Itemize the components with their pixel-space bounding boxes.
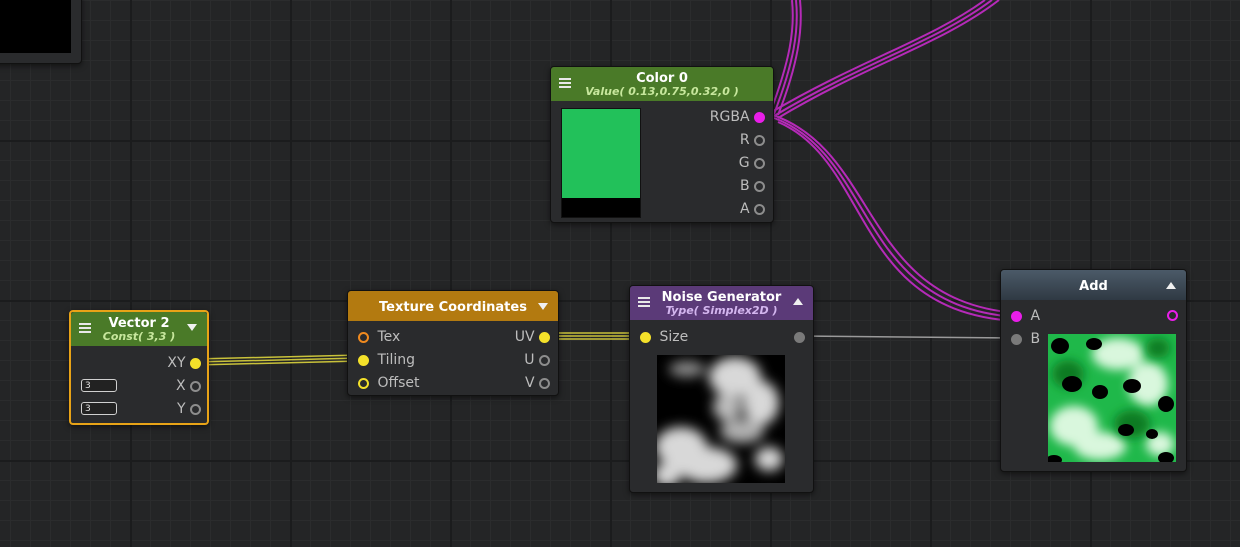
color0-output-a: A	[740, 199, 765, 219]
vector2-output-y: Y	[177, 399, 201, 419]
collapse-arrow-icon[interactable]	[187, 324, 197, 331]
color0-output-b: B	[740, 176, 765, 196]
noise-header[interactable]: Noise Generator Type( Simplex2D )	[630, 286, 813, 320]
port-b[interactable]	[754, 180, 765, 192]
port-uv[interactable]	[539, 331, 550, 343]
port-add-output[interactable]	[1167, 310, 1178, 321]
texcoord-title: Texture Coordinates	[379, 300, 527, 315]
menu-icon[interactable]	[79, 323, 91, 333]
color-swatch[interactable]	[561, 108, 641, 218]
port-b-input[interactable]	[1011, 333, 1022, 345]
color0-output-r: R	[740, 130, 765, 150]
color0-title: Color 0	[636, 71, 688, 86]
wire-uv-to-size	[546, 332, 642, 340]
port-size[interactable]	[640, 331, 651, 343]
port-a[interactable]	[754, 203, 765, 215]
texture-coordinates-node[interactable]: Texture Coordinates Tex Tiling Offset UV…	[347, 290, 559, 396]
preview-sphere	[0, 0, 71, 53]
texcoord-header[interactable]: Texture Coordinates	[348, 291, 558, 321]
noise-preview	[657, 355, 785, 483]
port-tiling[interactable]	[358, 354, 369, 366]
vector2-subtitle: Const( 3,3 )	[102, 330, 176, 343]
texcoord-output-u: U	[524, 350, 550, 370]
texcoord-input-tex: Tex	[358, 327, 400, 347]
port-y[interactable]	[190, 403, 201, 415]
port-g[interactable]	[754, 157, 765, 169]
vector2-x-field[interactable]: 3	[81, 379, 117, 392]
noise-title: Noise Generator	[661, 290, 782, 305]
color0-header[interactable]: Color 0 Value( 0.13,0.75,0.32,0 )	[551, 67, 773, 101]
add-input-b: B	[1011, 329, 1040, 349]
wire-xy-to-tiling	[194, 354, 361, 366]
vector2-output-xy: XY	[167, 353, 201, 373]
vector2-output-x: X	[176, 376, 201, 396]
noise-subtitle: Type( Simplex2D )	[665, 304, 778, 317]
noise-input-size: Size	[640, 327, 688, 347]
vector2-y-field[interactable]: 3	[81, 402, 117, 415]
texcoord-output-v: V	[525, 373, 550, 393]
add-title: Add	[1079, 279, 1108, 294]
port-noise-output[interactable]	[794, 332, 805, 343]
add-input-a: A	[1011, 306, 1040, 326]
noise-generator-node[interactable]: Noise Generator Type( Simplex2D ) Size	[629, 285, 814, 493]
color0-output-rgba: RGBA	[710, 107, 765, 127]
menu-icon[interactable]	[559, 78, 571, 88]
port-u[interactable]	[539, 354, 550, 366]
expand-arrow-icon[interactable]	[1166, 282, 1176, 289]
port-x[interactable]	[190, 380, 201, 392]
add-preview	[1048, 334, 1176, 462]
port-tex[interactable]	[358, 331, 369, 343]
wire-rgba-top	[769, 0, 1000, 119]
add-node[interactable]: Add A B	[1000, 269, 1187, 472]
color0-node[interactable]: Color 0 Value( 0.13,0.75,0.32,0 ) RGBA R…	[550, 66, 774, 223]
port-offset[interactable]	[358, 377, 369, 389]
add-header[interactable]: Add	[1001, 270, 1186, 300]
port-xy[interactable]	[190, 357, 201, 369]
texcoord-output-uv: UV	[515, 327, 550, 347]
port-rgba[interactable]	[754, 111, 765, 123]
partial-preview-node[interactable]	[0, 0, 82, 64]
color-swatch-rgb	[562, 109, 640, 198]
menu-icon[interactable]	[638, 297, 650, 307]
expand-arrow-icon[interactable]	[793, 298, 803, 305]
texcoord-input-offset: Offset	[358, 373, 420, 393]
port-r[interactable]	[754, 134, 765, 146]
vector2-header[interactable]: Vector 2 Const( 3,3 )	[71, 312, 207, 346]
collapse-arrow-icon[interactable]	[538, 303, 548, 310]
texcoord-input-tiling: Tiling	[358, 350, 415, 370]
wire-noise-to-add-b	[799, 335, 1016, 339]
port-a-input[interactable]	[1011, 310, 1022, 322]
port-v[interactable]	[539, 377, 550, 389]
vector2-node[interactable]: Vector 2 Const( 3,3 ) XY 3 X 3 Y	[69, 310, 209, 425]
color0-output-g: G	[739, 153, 765, 173]
color0-subtitle: Value( 0.13,0.75,0.32,0 )	[585, 85, 739, 98]
